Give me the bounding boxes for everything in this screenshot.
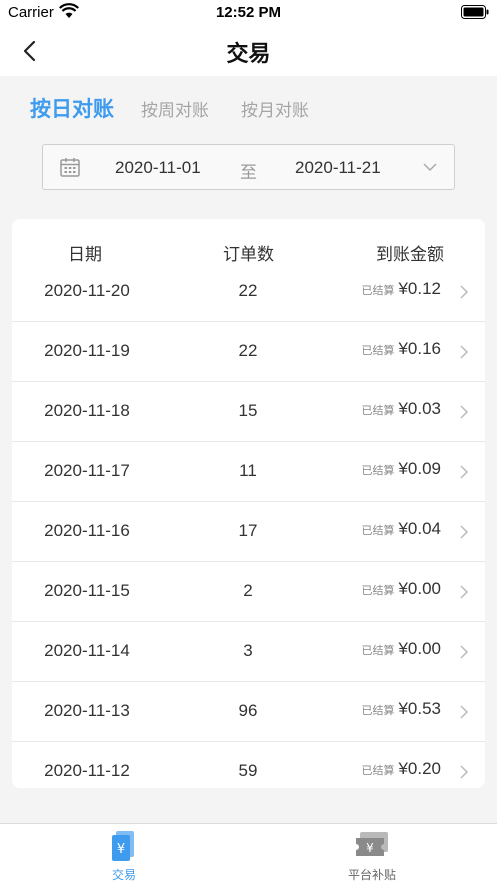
row-date: 2020-11-17 bbox=[44, 461, 130, 480]
settled-tag: 已结算 bbox=[361, 765, 395, 777]
settled-tag: 已结算 bbox=[361, 525, 395, 537]
row-orders: 15 bbox=[238, 401, 258, 420]
chevron-right-icon bbox=[459, 284, 469, 305]
row-amount: 已结算 ¥0.04 bbox=[361, 519, 441, 539]
row-amount: 已结算 ¥0.00 bbox=[361, 639, 441, 659]
table-row[interactable]: 2020-11-13 96 已结算 ¥0.53 bbox=[12, 682, 485, 742]
chevron-right-icon bbox=[459, 464, 469, 485]
chevron-right-icon bbox=[459, 584, 469, 605]
row-date: 2020-11-18 bbox=[44, 401, 130, 420]
amount-value: ¥0.09 bbox=[398, 459, 441, 478]
row-amount: 已结算 ¥0.00 bbox=[361, 579, 441, 599]
row-amount: 已结算 ¥0.16 bbox=[361, 339, 441, 359]
chevron-down-icon bbox=[422, 159, 438, 180]
row-date: 2020-11-12 bbox=[44, 761, 130, 780]
amount-value: ¥0.00 bbox=[398, 579, 441, 598]
table-row[interactable]: 2020-11-20 22 已结算 ¥0.12 bbox=[12, 262, 485, 322]
wallet-yuan-icon: ¥ bbox=[110, 830, 138, 867]
table-row[interactable]: 2020-11-14 3 已结算 ¥0.00 bbox=[12, 622, 485, 682]
amount-value: ¥0.16 bbox=[398, 339, 441, 358]
tab-daily[interactable]: 按日对账 bbox=[30, 96, 114, 124]
tabbar-label-transactions: 交易 bbox=[111, 868, 136, 882]
svg-text:¥: ¥ bbox=[366, 841, 374, 855]
table-row[interactable]: 2020-11-19 22 已结算 ¥0.16 bbox=[12, 322, 485, 382]
tabbar-item-transactions[interactable]: ¥ 交易 bbox=[0, 824, 248, 883]
row-amount: 已结算 ¥0.20 bbox=[361, 759, 441, 779]
amount-value: ¥0.53 bbox=[398, 699, 441, 718]
amount-value: ¥0.04 bbox=[398, 519, 441, 538]
settled-tag: 已结算 bbox=[361, 705, 395, 717]
row-date: 2020-11-19 bbox=[44, 341, 130, 360]
settled-tag: 已结算 bbox=[361, 585, 395, 597]
amount-value: ¥0.00 bbox=[398, 639, 441, 658]
amount-value: ¥0.03 bbox=[398, 399, 441, 418]
row-date: 2020-11-16 bbox=[44, 521, 130, 540]
row-date: 2020-11-15 bbox=[44, 581, 130, 600]
clock: 12:52 PM bbox=[215, 4, 282, 21]
row-amount: 已结算 ¥0.03 bbox=[361, 399, 441, 419]
amount-value: ¥0.12 bbox=[398, 279, 441, 298]
tabbar-label-subsidy: 平台补贴 bbox=[347, 868, 396, 882]
row-amount: 已结算 ¥0.53 bbox=[361, 699, 441, 719]
settled-tag: 已结算 bbox=[361, 285, 395, 297]
amount-value: ¥0.20 bbox=[398, 759, 441, 778]
row-orders: 22 bbox=[238, 341, 258, 360]
row-amount: 已结算 ¥0.09 bbox=[361, 459, 441, 479]
chevron-right-icon bbox=[459, 344, 469, 365]
row-date: 2020-11-20 bbox=[44, 281, 130, 300]
settled-tag: 已结算 bbox=[361, 405, 395, 417]
row-orders: 2 bbox=[243, 581, 253, 600]
tabbar-item-subsidy[interactable]: ¥ 平台补贴 bbox=[248, 824, 496, 883]
start-date[interactable]: 2020-11-01 bbox=[115, 158, 201, 178]
status-bar: Carrier 12:52 PM bbox=[0, 0, 497, 26]
row-orders: 11 bbox=[239, 461, 257, 480]
row-date: 2020-11-13 bbox=[44, 701, 130, 720]
end-date[interactable]: 2020-11-21 bbox=[295, 158, 381, 178]
chevron-right-icon bbox=[459, 704, 469, 725]
chevron-right-icon bbox=[459, 404, 469, 425]
chevron-right-icon bbox=[459, 524, 469, 545]
row-orders: 22 bbox=[238, 281, 258, 300]
svg-text:¥: ¥ bbox=[117, 842, 125, 857]
table-row[interactable]: 2020-11-12 59 已结算 ¥0.20 bbox=[12, 742, 485, 788]
reconcile-table: 日期 订单数 到账金额 2020-11-20 22 已结算 ¥0.12 2020-… bbox=[12, 219, 485, 788]
date-separator: 至 bbox=[240, 163, 257, 182]
settled-tag: 已结算 bbox=[361, 645, 395, 657]
settled-tag: 已结算 bbox=[361, 465, 395, 477]
row-date: 2020-11-14 bbox=[44, 641, 130, 660]
table-row[interactable]: 2020-11-15 2 已结算 ¥0.00 bbox=[12, 562, 485, 622]
ticket-yuan-icon: ¥ bbox=[354, 830, 390, 865]
table-body: 2020-11-20 22 已结算 ¥0.12 2020-11-19 22 已结算… bbox=[12, 262, 485, 788]
table-row[interactable]: 2020-11-17 11 已结算 ¥0.09 bbox=[12, 442, 485, 502]
chevron-right-icon bbox=[459, 764, 469, 785]
row-amount: 已结算 ¥0.12 bbox=[361, 279, 441, 299]
settled-tag: 已结算 bbox=[361, 345, 395, 357]
row-orders: 17 bbox=[238, 521, 258, 540]
chevron-right-icon bbox=[459, 644, 469, 665]
date-range-picker[interactable]: 2020-11-01 至 2020-11-21 bbox=[42, 144, 455, 190]
table-row[interactable]: 2020-11-16 17 已结算 ¥0.04 bbox=[12, 502, 485, 562]
bottom-tab-bar: ¥ 交易 ¥ 平台补贴 bbox=[0, 823, 497, 883]
table-row[interactable]: 2020-11-18 15 已结算 ¥0.03 bbox=[12, 382, 485, 442]
calendar-icon bbox=[60, 157, 80, 182]
navigation-bar: 交易 bbox=[0, 26, 497, 76]
row-orders: 96 bbox=[238, 701, 258, 720]
tab-weekly[interactable]: 按周对账 bbox=[141, 97, 209, 125]
row-orders: 59 bbox=[238, 761, 258, 780]
tab-monthly[interactable]: 按月对账 bbox=[241, 97, 309, 125]
row-orders: 3 bbox=[243, 641, 253, 660]
battery-icon bbox=[461, 5, 489, 23]
page-title: 交易 bbox=[226, 41, 271, 66]
